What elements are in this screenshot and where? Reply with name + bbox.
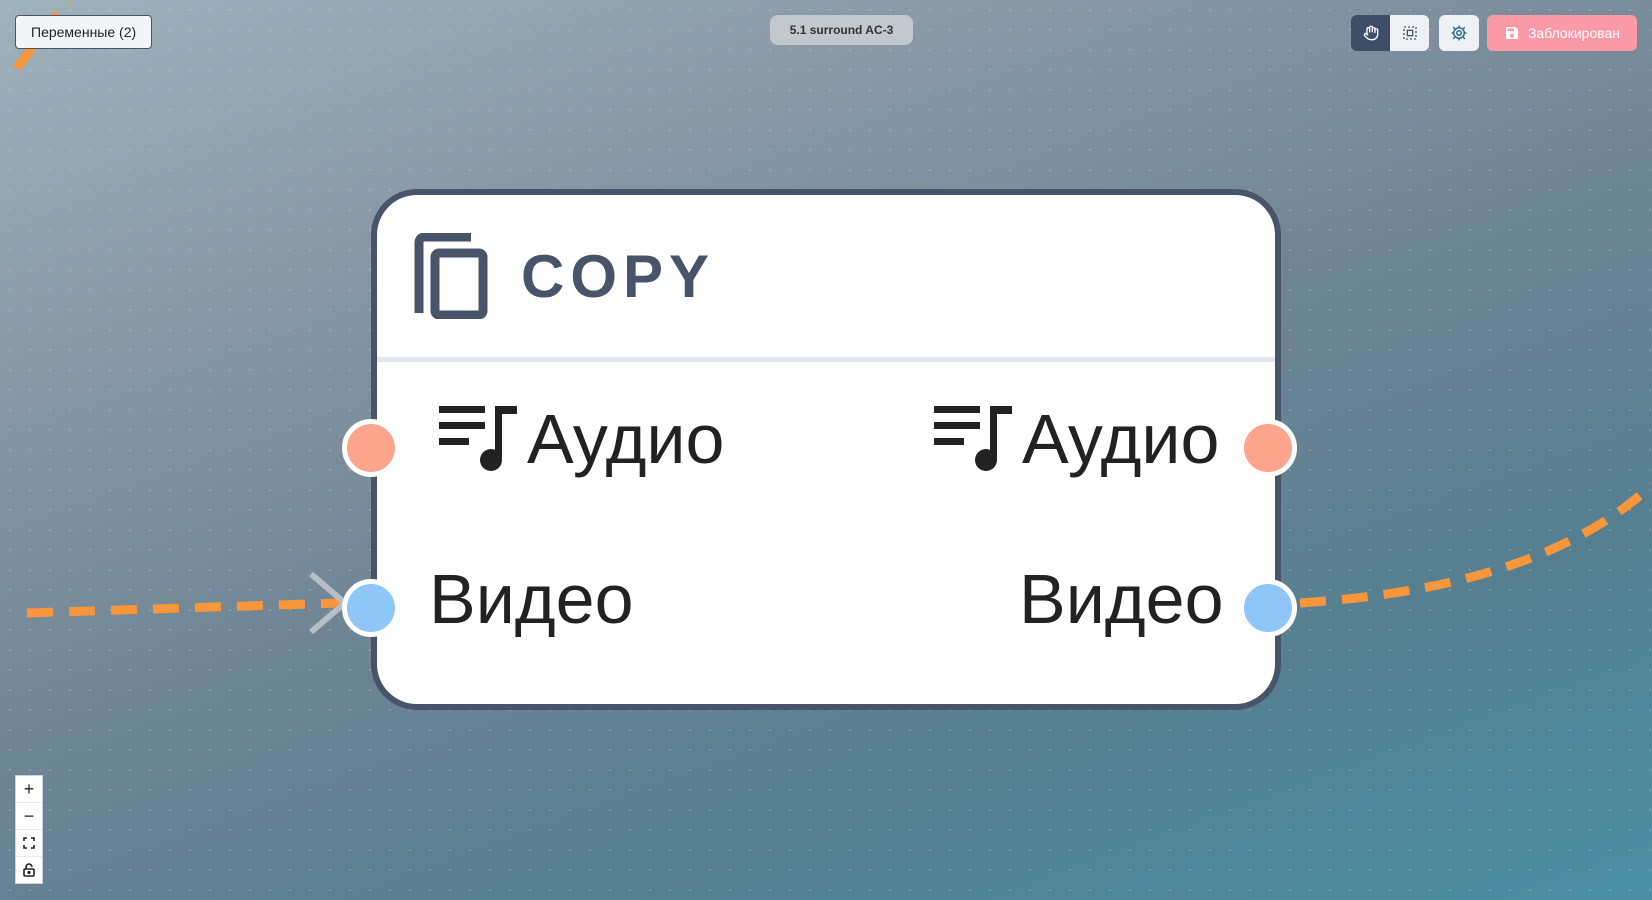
lock-status-button[interactable]: Заблокирован: [1487, 15, 1637, 51]
flow-title-badge: 5.1 surround AC-3: [770, 15, 913, 45]
fit-view-button[interactable]: [16, 830, 42, 857]
variables-button[interactable]: Переменные (2): [15, 15, 153, 49]
output-audio-text: Аудио: [1022, 400, 1220, 478]
hand-tool-button[interactable]: [1351, 15, 1390, 51]
flow-title: 5.1 surround AC-3: [789, 23, 894, 37]
output-audio-label: Аудио: [934, 399, 1219, 479]
zoom-out-button[interactable]: −: [16, 803, 42, 830]
variables-button-label: Переменные (2): [31, 24, 137, 40]
input-audio-port[interactable]: [342, 419, 400, 477]
input-video-text: Видео: [429, 560, 634, 638]
input-audio-label: Аудио: [439, 399, 724, 479]
save-icon: [1505, 27, 1518, 39]
unlock-icon: [23, 863, 35, 877]
select-tool-button[interactable]: [1390, 15, 1429, 51]
gear-icon: [1451, 25, 1467, 41]
interactivity-toggle-button[interactable]: [16, 857, 42, 883]
output-video-text: Видео: [1019, 560, 1224, 638]
node-divider: [377, 357, 1275, 362]
zoom-in-button[interactable]: +: [16, 776, 42, 803]
edge-input-video[interactable]: [26, 598, 341, 618]
output-audio-port[interactable]: [1239, 419, 1297, 477]
zoom-controls: + −: [15, 775, 43, 884]
lock-status-label: Заблокирован: [1527, 25, 1621, 41]
settings-button[interactable]: [1439, 15, 1479, 51]
copy-icon: [414, 233, 488, 319]
edge-output-video[interactable]: [1299, 481, 1652, 608]
music-list-icon: [439, 406, 517, 471]
input-video-port[interactable]: [342, 579, 400, 637]
zoom-in-icon: +: [23, 778, 35, 799]
music-list-icon: [934, 406, 1012, 471]
node-title: COPY: [521, 242, 716, 310]
output-video-label: Видео: [1019, 559, 1224, 639]
zoom-out-icon: −: [23, 805, 35, 826]
tool-group: [1351, 15, 1429, 51]
input-audio-text: Аудио: [527, 400, 725, 478]
hand-icon: [1363, 25, 1378, 41]
output-video-port[interactable]: [1239, 579, 1297, 637]
input-video-label: Видео: [429, 559, 634, 639]
copy-node[interactable]: COPY Аудио Видео Аудио Видео: [342, 189, 1297, 710]
selection-icon: [1402, 26, 1417, 40]
node-header: COPY: [377, 195, 1275, 357]
fit-view-icon: [23, 837, 35, 849]
